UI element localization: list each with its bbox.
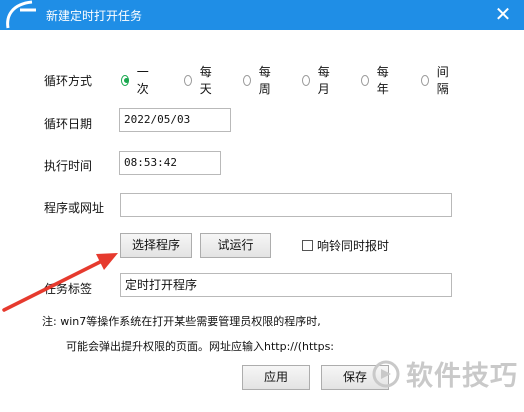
ring-announce-checkbox[interactable]: 响铃同时报时 (302, 237, 389, 254)
radio-interval[interactable]: 间隔 (421, 65, 452, 96)
task-label-input[interactable]: 定时打开程序 (120, 273, 452, 297)
annotation-arrow-icon (2, 253, 118, 312)
radio-daily-label: 每天 (199, 65, 212, 96)
test-run-button[interactable]: 试运行 (200, 233, 271, 258)
ring-announce-checkbox-box[interactable] (302, 240, 313, 251)
radio-monthly[interactable]: 每月 (302, 65, 333, 96)
watermark-logo-icon (372, 360, 400, 387)
radio-daily-dot[interactable] (184, 74, 192, 86)
radio-once-label: 一次 (136, 65, 149, 96)
radio-monthly-label: 每月 (317, 65, 330, 96)
window-title: 新建定时打开任务 (46, 9, 143, 23)
radio-daily[interactable]: 每天 (184, 65, 215, 96)
program-url-label: 程序或网址 (44, 201, 105, 215)
apply-button[interactable]: 应用 (242, 365, 310, 390)
radio-weekly-label: 每周 (258, 65, 271, 96)
exec-time-label: 执行时间 (44, 159, 93, 173)
loop-date-field[interactable]: 2022/05/03 (119, 108, 231, 132)
radio-weekly[interactable]: 每周 (243, 65, 274, 96)
radio-once[interactable]: 一次 (121, 65, 152, 96)
ring-announce-checkbox-label: 响铃同时报时 (317, 239, 390, 253)
radio-weekly-dot[interactable] (243, 74, 251, 86)
app-logo-icon (6, 0, 36, 29)
program-url-input[interactable] (120, 193, 452, 217)
radio-yearly-label: 每年 (376, 65, 389, 96)
note-line-2: 可能会弹出提升权限的页面。网址应输入http://(https: (66, 340, 335, 353)
close-icon[interactable]: ✕ (492, 3, 514, 25)
watermark: 软件技巧 (372, 354, 518, 393)
radio-interval-dot[interactable] (421, 74, 429, 86)
exec-time-field[interactable]: 08:53:42 (119, 151, 221, 175)
title-bar: 新建定时打开任务 ✕ (0, 0, 524, 30)
loop-date-label: 循环日期 (44, 117, 93, 131)
radio-interval-label: 间隔 (436, 65, 449, 96)
radio-yearly[interactable]: 每年 (361, 65, 392, 96)
radio-monthly-dot[interactable] (302, 74, 310, 86)
radio-once-dot[interactable] (121, 74, 129, 86)
radio-yearly-dot[interactable] (361, 74, 369, 86)
loop-mode-label: 循环方式 (44, 74, 93, 88)
watermark-text: 软件技巧 (406, 361, 518, 392)
